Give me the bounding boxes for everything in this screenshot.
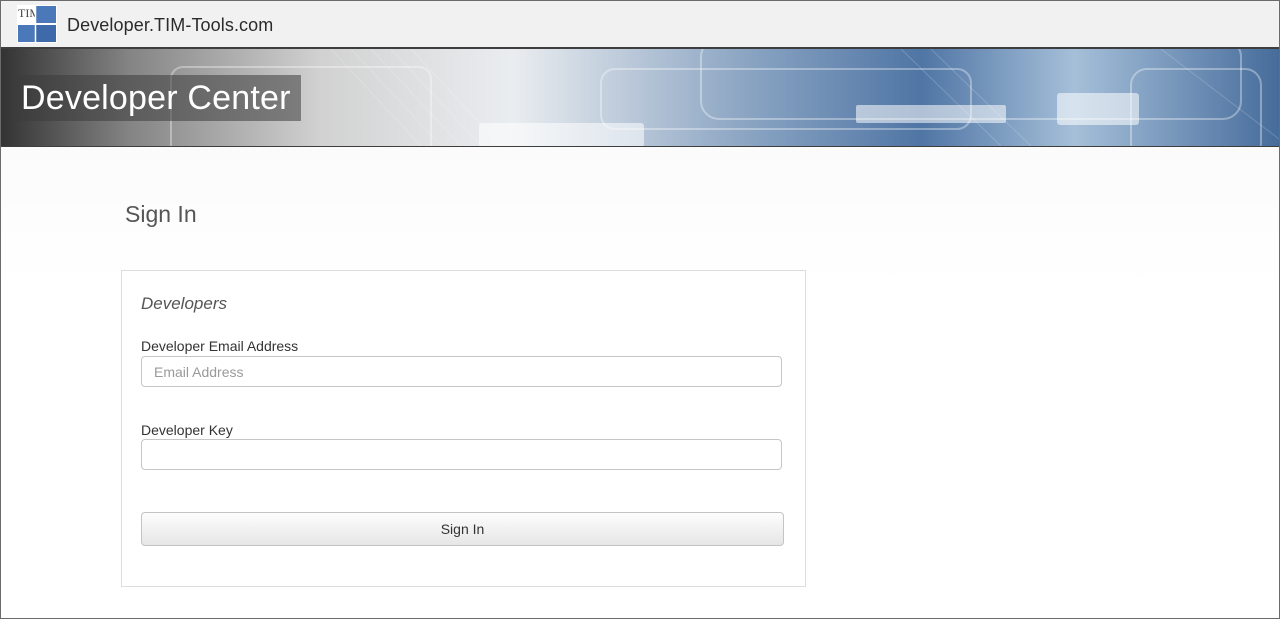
developer-key-field[interactable] [141,439,782,470]
site-header: TIM Developer.TIM-Tools.com [1,1,1279,49]
banner-title: Developer Center [11,75,301,121]
sign-in-form: Developers Developer Email Address Devel… [121,270,806,587]
browser-page: TIM Developer.TIM-Tools.com Developer Ce… [0,0,1280,619]
developer-key-label: Developer Key [141,422,233,438]
email-field[interactable] [141,356,782,387]
site-name[interactable]: Developer.TIM-Tools.com [67,15,273,36]
email-label: Developer Email Address [141,338,299,354]
form-legend: Developers [141,294,227,313]
tim-logo-icon[interactable]: TIM [17,5,57,43]
sign-in-button[interactable]: Sign In [141,512,784,546]
hero-banner: Developer Center [1,49,1279,147]
page-title: Sign In [125,201,197,227]
